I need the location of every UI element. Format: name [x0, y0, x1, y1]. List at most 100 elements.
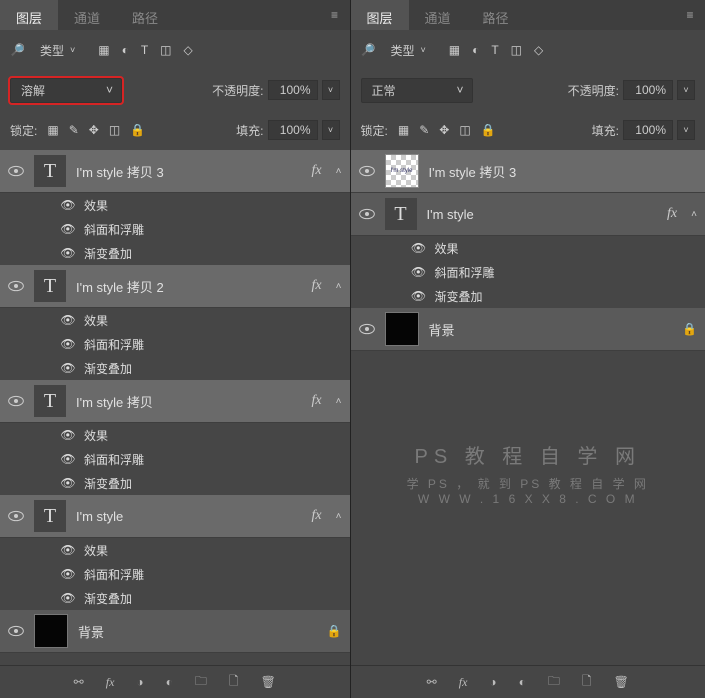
opacity-chevron-icon[interactable]: ˅ — [677, 80, 695, 100]
visibility-icon[interactable] — [8, 393, 24, 409]
opacity-value[interactable]: 100% — [268, 80, 318, 100]
effect-item[interactable]: 👁效果 — [0, 538, 350, 562]
link-icon[interactable]: ⚯ — [74, 675, 84, 689]
visibility-icon[interactable]: 👁 — [411, 264, 427, 280]
search-icon[interactable]: 🔎 — [361, 43, 376, 57]
panel-menu-icon[interactable]: ≡ — [320, 0, 350, 30]
fx-badge[interactable]: fx — [312, 278, 322, 294]
filter-type-dropdown[interactable]: 类型 ˅ — [383, 39, 432, 62]
visibility-icon[interactable] — [359, 163, 375, 179]
fill-value[interactable]: 100% — [268, 120, 318, 140]
visibility-icon[interactable] — [359, 321, 375, 337]
effect-item[interactable]: 👁渐变叠加 — [351, 284, 705, 308]
effect-item[interactable]: 👁斜面和浮雕 — [0, 447, 350, 471]
fill-chevron-icon[interactable]: ˅ — [322, 120, 340, 140]
effect-item[interactable]: 👁渐变叠加 — [0, 586, 350, 610]
layer-row[interactable]: I'm style 拷贝 3 — [351, 150, 705, 193]
visibility-icon[interactable] — [8, 163, 24, 179]
visibility-icon[interactable]: 👁 — [60, 475, 76, 491]
visibility-icon[interactable] — [8, 623, 24, 639]
collapse-icon[interactable]: ˄ — [336, 166, 342, 177]
effect-item[interactable]: 👁斜面和浮雕 — [0, 332, 350, 356]
collapse-icon[interactable]: ˄ — [691, 209, 697, 220]
opacity-chevron-icon[interactable]: ˅ — [322, 80, 340, 100]
visibility-icon[interactable] — [8, 508, 24, 524]
tab-channels[interactable]: 通道 — [58, 0, 116, 30]
effect-item[interactable]: 👁斜面和浮雕 — [0, 562, 350, 586]
filter-type-icon[interactable]: T — [141, 43, 148, 57]
visibility-icon[interactable]: 👁 — [60, 360, 76, 376]
filter-shape-icon[interactable]: ◫ — [511, 43, 522, 57]
layer-row-background[interactable]: 背景 🔒 — [351, 308, 705, 351]
layer-row[interactable]: T I'm style fx ˄ — [351, 193, 705, 236]
search-icon[interactable]: 🔎 — [10, 43, 25, 57]
visibility-icon[interactable]: 👁 — [60, 221, 76, 237]
blend-mode-dropdown[interactable]: 溶解 ˅ — [10, 78, 122, 103]
filter-shape-icon[interactable]: ◫ — [160, 43, 171, 57]
visibility-icon[interactable]: 👁 — [60, 542, 76, 558]
mask-icon[interactable]: ◑ — [136, 675, 143, 689]
filter-pixel-icon[interactable]: ▦ — [98, 43, 109, 57]
filter-smart-icon[interactable]: ◇ — [184, 43, 193, 57]
visibility-icon[interactable] — [8, 278, 24, 294]
tab-layers[interactable]: 图层 — [351, 0, 409, 30]
delete-icon[interactable]: 🗑 — [614, 675, 629, 689]
visibility-icon[interactable]: 👁 — [60, 451, 76, 467]
lock-transparent-icon[interactable]: ▦ — [398, 123, 409, 137]
lock-move-icon[interactable]: ✥ — [439, 123, 449, 137]
effect-item[interactable]: 👁效果 — [0, 308, 350, 332]
visibility-icon[interactable]: 👁 — [60, 197, 76, 213]
visibility-icon[interactable]: 👁 — [411, 288, 427, 304]
visibility-icon[interactable]: 👁 — [60, 245, 76, 261]
visibility-icon[interactable]: 👁 — [411, 240, 427, 256]
effect-item[interactable]: 👁渐变叠加 — [0, 471, 350, 495]
lock-artboard-icon[interactable]: ◫ — [109, 123, 120, 137]
effect-item[interactable]: 👁效果 — [0, 193, 350, 217]
filter-type-dropdown[interactable]: 类型 ˅ — [33, 39, 82, 62]
lock-brush-icon[interactable]: ✎ — [419, 123, 429, 137]
fx-badge[interactable]: fx — [312, 508, 322, 524]
collapse-icon[interactable]: ˄ — [336, 396, 342, 407]
filter-smart-icon[interactable]: ◇ — [534, 43, 543, 57]
visibility-icon[interactable]: 👁 — [60, 566, 76, 582]
effect-item[interactable]: 👁效果 — [0, 423, 350, 447]
fill-chevron-icon[interactable]: ˅ — [677, 120, 695, 140]
fx-icon[interactable]: fx — [459, 675, 468, 690]
visibility-icon[interactable]: 👁 — [60, 590, 76, 606]
lock-brush-icon[interactable]: ✎ — [69, 123, 79, 137]
layer-row-background[interactable]: 背景 🔒 — [0, 610, 350, 653]
visibility-icon[interactable]: 👁 — [60, 336, 76, 352]
fx-badge[interactable]: fx — [312, 393, 322, 409]
group-icon[interactable]: 🗀 — [548, 672, 560, 693]
layer-row[interactable]: T I'm style 拷贝 3 fx ˄ — [0, 150, 350, 193]
new-layer-icon[interactable]: 🗋 — [582, 672, 592, 693]
lock-transparent-icon[interactable]: ▦ — [47, 123, 58, 137]
effect-item[interactable]: 👁斜面和浮雕 — [0, 217, 350, 241]
fx-icon[interactable]: fx — [106, 675, 115, 690]
visibility-icon[interactable] — [359, 206, 375, 222]
effect-item[interactable]: 👁效果 — [351, 236, 705, 260]
tab-layers[interactable]: 图层 — [0, 0, 58, 30]
collapse-icon[interactable]: ˄ — [336, 281, 342, 292]
filter-type-icon[interactable]: T — [491, 43, 498, 57]
filter-pixel-icon[interactable]: ▦ — [449, 43, 460, 57]
filter-adjust-icon[interactable]: ◐ — [472, 43, 479, 57]
delete-icon[interactable]: 🗑 — [261, 675, 276, 689]
group-icon[interactable]: 🗀 — [195, 672, 207, 693]
visibility-icon[interactable]: 👁 — [60, 427, 76, 443]
lock-move-icon[interactable]: ✥ — [89, 123, 99, 137]
lock-all-icon[interactable]: 🔒 — [481, 123, 496, 137]
fill-value[interactable]: 100% — [623, 120, 673, 140]
panel-menu-icon[interactable]: ≡ — [675, 0, 705, 30]
link-icon[interactable]: ⚯ — [427, 675, 437, 689]
collapse-icon[interactable]: ˄ — [336, 511, 342, 522]
opacity-value[interactable]: 100% — [623, 80, 673, 100]
tab-channels[interactable]: 通道 — [409, 0, 467, 30]
visibility-icon[interactable]: 👁 — [60, 312, 76, 328]
tab-paths[interactable]: 路径 — [116, 0, 174, 30]
fx-badge[interactable]: fx — [312, 163, 322, 179]
effect-item[interactable]: 👁渐变叠加 — [0, 241, 350, 265]
layer-row[interactable]: T I'm style 拷贝 2 fx ˄ — [0, 265, 350, 308]
fx-badge[interactable]: fx — [667, 206, 677, 222]
filter-adjust-icon[interactable]: ◐ — [122, 43, 129, 57]
